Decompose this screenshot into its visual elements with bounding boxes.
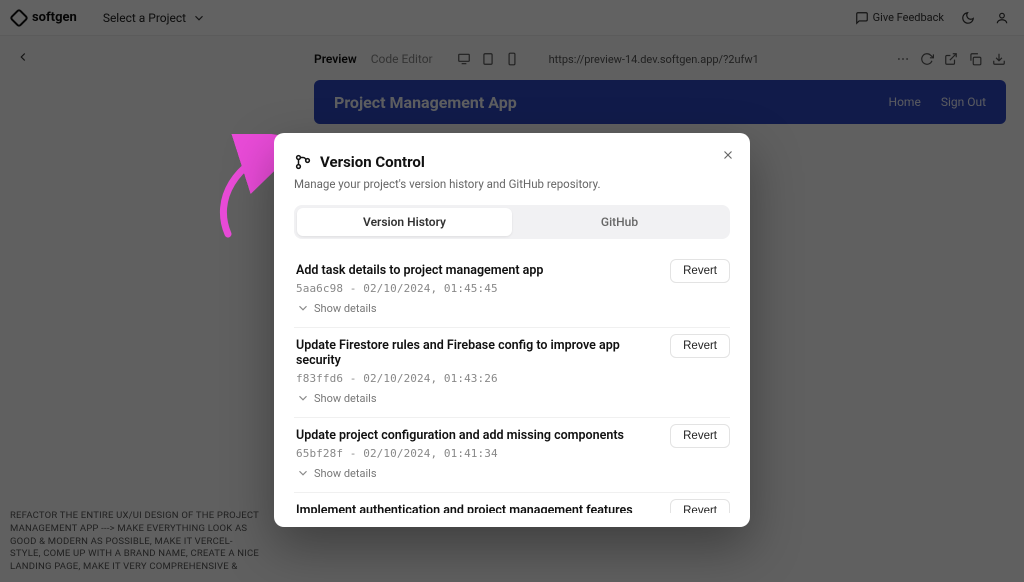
commit-hash: 65bf28f (296, 447, 343, 460)
commit-title: Update Firestore rules and Firebase conf… (296, 338, 728, 368)
modal-header: Version Control (294, 153, 730, 171)
tab-github[interactable]: GitHub (512, 208, 727, 236)
close-icon (721, 148, 735, 162)
commit-title: Update project configuration and add mis… (296, 428, 728, 443)
chevron-down-icon (296, 466, 310, 480)
commit-title: Implement authentication and project man… (296, 503, 728, 513)
modal-subtitle: Manage your project's version history an… (294, 177, 730, 191)
show-details-label: Show details (314, 302, 377, 315)
commit-meta: 65bf28f02/10/2024, 01:41:34 (296, 447, 728, 460)
revert-button[interactable]: Revert (670, 424, 730, 448)
commit-row: RevertAdd task details to project manage… (294, 253, 730, 328)
tab-version-history[interactable]: Version History (297, 208, 512, 236)
commit-list[interactable]: RevertAdd task details to project manage… (294, 253, 730, 513)
commit-timestamp: 02/10/2024, 01:43:26 (343, 372, 498, 385)
chevron-down-icon (296, 391, 310, 405)
modal-tabs: Version History GitHub (294, 205, 730, 239)
commit-hash: f83ffd6 (296, 372, 343, 385)
commit-hash: 5aa6c98 (296, 282, 343, 295)
version-control-modal: Version Control Manage your project's ve… (274, 133, 750, 527)
show-details-toggle[interactable]: Show details (296, 391, 728, 405)
revert-button[interactable]: Revert (670, 259, 730, 283)
commit-row: RevertUpdate Firestore rules and Firebas… (294, 328, 730, 418)
show-details-toggle[interactable]: Show details (296, 301, 728, 315)
show-details-toggle[interactable]: Show details (296, 466, 728, 480)
commit-timestamp: 02/10/2024, 01:45:45 (343, 282, 498, 295)
commit-row: RevertUpdate project configuration and a… (294, 418, 730, 493)
revert-button[interactable]: Revert (670, 499, 730, 513)
commit-title: Add task details to project management a… (296, 263, 728, 278)
show-details-label: Show details (314, 392, 377, 405)
revert-button[interactable]: Revert (670, 334, 730, 358)
branch-icon (294, 153, 312, 171)
commit-timestamp: 02/10/2024, 01:41:34 (343, 447, 498, 460)
modal-title: Version Control (320, 153, 425, 171)
commit-meta: f83ffd602/10/2024, 01:43:26 (296, 372, 728, 385)
commit-meta: 5aa6c9802/10/2024, 01:45:45 (296, 282, 728, 295)
show-details-label: Show details (314, 467, 377, 480)
chevron-down-icon (296, 301, 310, 315)
commit-row: RevertImplement authentication and proje… (294, 493, 730, 513)
close-button[interactable] (718, 145, 738, 165)
